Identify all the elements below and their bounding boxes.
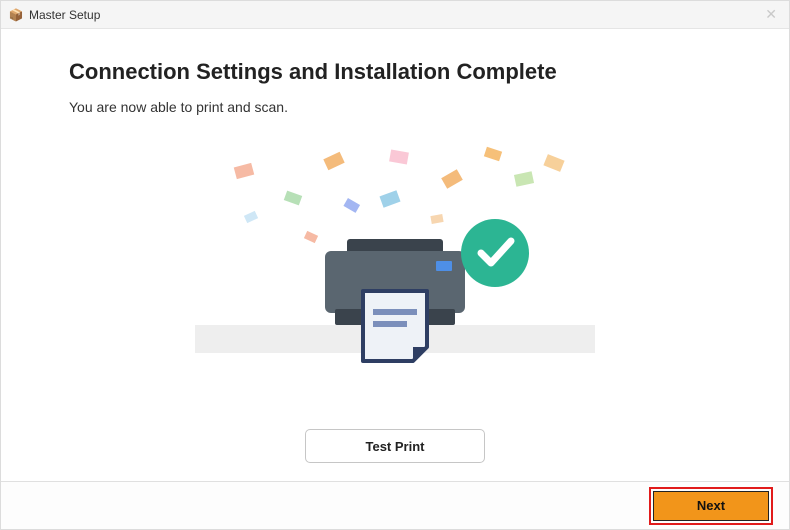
page-subtext: You are now able to print and scan. xyxy=(69,99,721,115)
next-button-highlight: Next xyxy=(649,487,773,525)
bottom-bar: Next xyxy=(1,481,789,529)
test-print-button[interactable]: Test Print xyxy=(305,429,485,463)
titlebar: 📦 Master Setup ✕ xyxy=(1,1,789,29)
box-icon: 📦 xyxy=(9,8,23,22)
content-area: Connection Settings and Installation Com… xyxy=(1,29,789,481)
close-icon[interactable]: ✕ xyxy=(765,7,777,21)
printer-success-illustration xyxy=(185,143,605,383)
page-title: Connection Settings and Installation Com… xyxy=(69,59,721,85)
installer-window: 📦 Master Setup ✕ Connection Settings and… xyxy=(0,0,790,530)
illustration-container xyxy=(185,135,605,429)
test-print-row: Test Print xyxy=(69,429,721,481)
checkmark-icon xyxy=(461,219,529,287)
window-title: Master Setup xyxy=(29,8,100,22)
next-button[interactable]: Next xyxy=(653,491,769,521)
